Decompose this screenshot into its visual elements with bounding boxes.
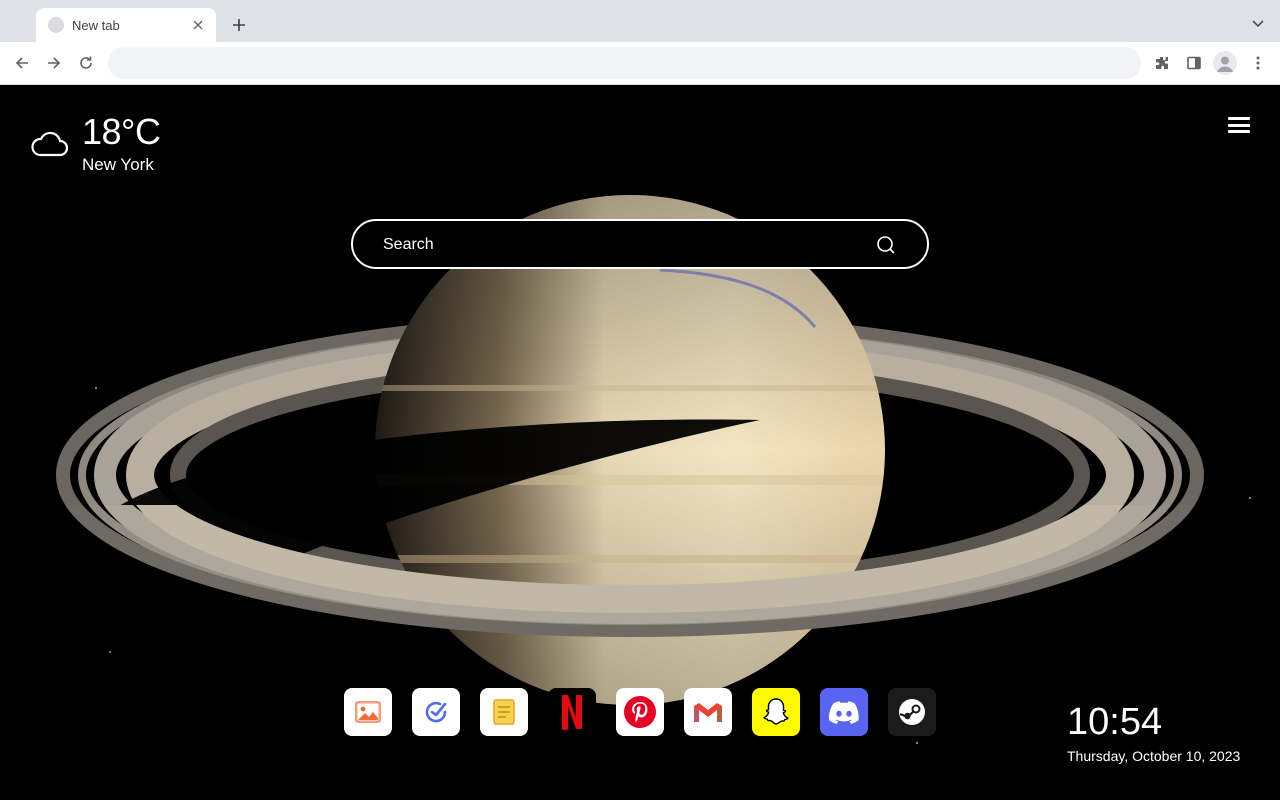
- check-circle-icon: [425, 701, 447, 723]
- reload-icon: [80, 56, 92, 69]
- extensions-button[interactable]: [1149, 50, 1175, 76]
- tab-strip: New tab: [0, 0, 1280, 42]
- photo-icon: [355, 701, 381, 723]
- back-button[interactable]: [9, 50, 35, 76]
- tab-favicon-icon: [48, 17, 64, 33]
- cloud-icon: [31, 131, 69, 157]
- steam-icon: [899, 699, 925, 725]
- pinterest-icon: [624, 696, 656, 728]
- clock-time: 10:54: [1067, 701, 1163, 743]
- forward-button[interactable]: [41, 50, 67, 76]
- weather-city: New York: [82, 155, 154, 174]
- shortcut-steam[interactable]: [888, 688, 936, 736]
- puzzle-icon: [1156, 57, 1168, 69]
- tab-title: New tab: [72, 17, 120, 33]
- reload-button[interactable]: [73, 50, 99, 76]
- shortcut-snapchat[interactable]: [752, 688, 800, 736]
- gmail-icon: [694, 703, 722, 722]
- shortcut-tasks[interactable]: [412, 688, 460, 736]
- address-bar[interactable]: [108, 47, 1141, 79]
- discord-icon: [828, 701, 859, 724]
- new-tab-button[interactable]: [227, 13, 251, 37]
- shortcut-gmail[interactable]: [684, 688, 732, 736]
- note-icon: [493, 699, 515, 725]
- close-icon[interactable]: [190, 17, 206, 33]
- netflix-icon: [562, 695, 582, 730]
- clock-widget: 10:54 Thursday, October 10, 2023: [1067, 701, 1240, 764]
- snapchat-icon: [763, 698, 789, 725]
- search-input[interactable]: [383, 233, 863, 257]
- search-box: [351, 219, 929, 269]
- more-vert-icon: [1256, 56, 1260, 70]
- clock-date: Thursday, October 10, 2023: [1067, 748, 1241, 764]
- search-icon[interactable]: [875, 234, 897, 256]
- chevron-down-icon[interactable]: [1248, 14, 1268, 34]
- tab-new-tab[interactable]: New tab: [36, 8, 216, 42]
- shortcut-pinterest[interactable]: [616, 688, 664, 736]
- side-panel-icon: [1187, 56, 1201, 70]
- hamburger-menu-icon[interactable]: [1228, 115, 1250, 135]
- shortcut-dock: [344, 688, 936, 736]
- profile-avatar[interactable]: [1213, 51, 1237, 75]
- browser-menu-button[interactable]: [1245, 50, 1271, 76]
- weather-widget[interactable]: 18°C New York: [30, 111, 161, 175]
- shortcut-photos[interactable]: [344, 688, 392, 736]
- new-tab-page: 18°C New York Search 10:54 Thursday, Oct…: [0, 85, 1280, 800]
- arrow-left-icon: [15, 57, 28, 69]
- arrow-right-icon: [48, 57, 61, 69]
- side-panel-button[interactable]: [1181, 50, 1207, 76]
- shortcut-discord[interactable]: [820, 688, 868, 736]
- shortcut-notes[interactable]: [480, 688, 528, 736]
- shortcut-netflix[interactable]: [548, 688, 596, 736]
- person-icon: [1217, 56, 1233, 72]
- weather-temperature: 18°C: [82, 111, 161, 152]
- browser-toolbar: [0, 42, 1280, 85]
